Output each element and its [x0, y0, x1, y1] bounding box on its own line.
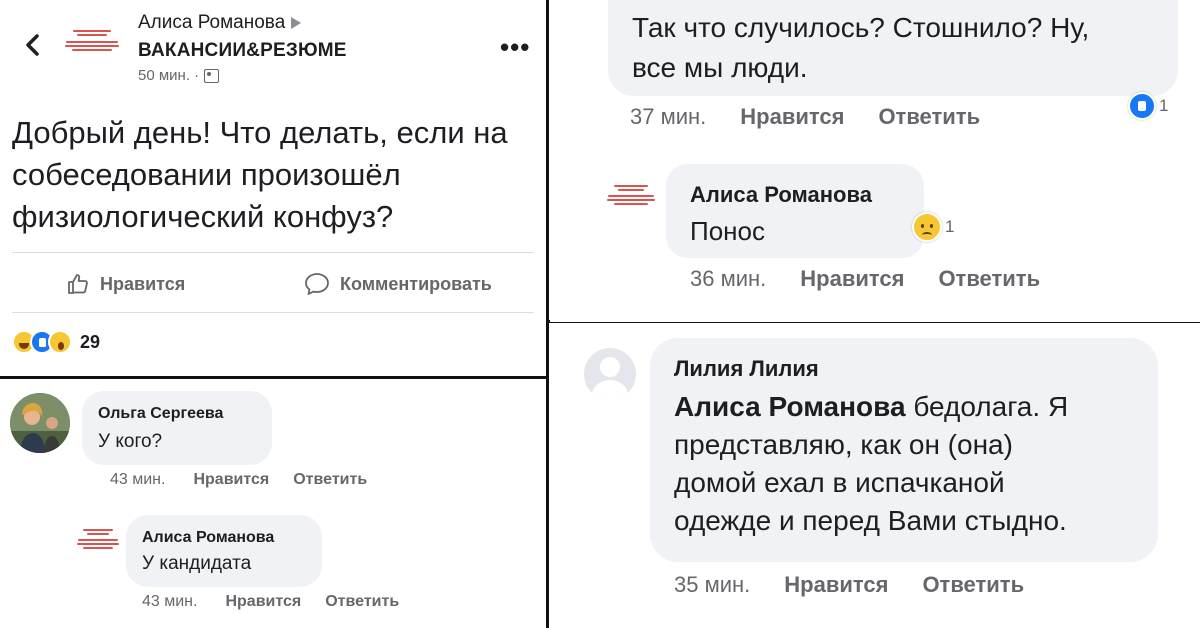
wow-reaction-icon	[48, 330, 72, 354]
comment-icon	[305, 273, 329, 295]
comment-reaction-count: 1	[1159, 96, 1169, 115]
comment-meta: 37 мин. Нравится Ответить	[630, 104, 980, 130]
reply-reply-button[interactable]: Ответить	[325, 593, 399, 611]
post-time: 50 мин. ·	[138, 67, 200, 84]
comment-button[interactable]: Комментировать	[304, 272, 492, 296]
divider	[12, 252, 534, 253]
post-author[interactable]: Алиса Романова	[138, 12, 302, 34]
reply-time[interactable]: 43 мин.	[142, 593, 197, 611]
comment-time[interactable]: 43 мин.	[110, 471, 165, 489]
post-meta: 50 мин. ·	[138, 67, 220, 84]
reply-author[interactable]: Алиса Романова	[690, 182, 872, 208]
comment-text-line4: одежде и перед Вами стыдно.	[674, 505, 1067, 536]
comment-label: Комментировать	[340, 273, 492, 294]
like-reaction-icon	[1128, 92, 1156, 120]
group-logo-avatar[interactable]	[606, 174, 656, 216]
panel-divider	[0, 376, 548, 379]
comment-like-button[interactable]: Нравится	[740, 104, 844, 130]
group-logo-avatar[interactable]	[62, 16, 122, 64]
reply-meta: 36 мин. Нравится Ответить	[690, 266, 1040, 292]
comment-text-line1: Алиса Романова бедолага. Я	[674, 388, 1068, 426]
reply-reaction[interactable]: 1	[912, 212, 954, 242]
reply-text: Понос	[690, 216, 765, 246]
reactions-summary[interactable]: 29	[12, 330, 100, 354]
reaction-count: 29	[80, 331, 101, 352]
comments-panel-left: Ольга Сергеева У кого? 43 мин. Нравится …	[0, 381, 546, 628]
avatar[interactable]	[584, 348, 636, 400]
post-group-name[interactable]: ВАКАНСИИ&РЕЗЮМЕ	[138, 40, 347, 62]
comment-text: У кого?	[98, 431, 163, 452]
post-panel: Алиса Романова ВАКАНСИИ&РЕЗЮМЕ 50 мин. ·…	[0, 0, 546, 376]
group-logo-avatar[interactable]	[76, 521, 120, 557]
reply-like-button[interactable]: Нравится	[800, 266, 904, 292]
like-label: Нравится	[100, 273, 186, 294]
sad-reaction-icon	[912, 212, 942, 242]
comment-text-line1: Так что случилось? Стошнило? Ну,	[632, 12, 1090, 43]
comment-time[interactable]: 35 мин.	[674, 572, 750, 598]
back-icon[interactable]	[18, 30, 48, 60]
comment-text-line2: представляю, как он (она)	[674, 429, 1013, 460]
comment-text-line3: домой ехал в испачканой	[674, 467, 1005, 498]
comment-reply-button[interactable]: Ответить	[922, 572, 1024, 598]
comment-like-button[interactable]: Нравится	[193, 471, 269, 489]
comment-bubble: Ольга Сергеева У кого?	[82, 391, 272, 465]
comment-bubble: Так что случилось? Стошнило? Ну, все мы …	[608, 0, 1178, 96]
comment-reaction[interactable]: 1	[1128, 92, 1168, 120]
comment-author[interactable]: Лилия Лилия	[674, 356, 819, 382]
reply-bubble: Алиса Романова У кандидата	[126, 515, 322, 587]
reply-reaction-count: 1	[945, 217, 955, 236]
like-icon	[68, 274, 88, 294]
comment-reply-button[interactable]: Ответить	[293, 471, 367, 489]
avatar[interactable]	[10, 393, 70, 453]
reply-like-button[interactable]: Нравится	[225, 593, 301, 611]
comments-panel-right-top: Так что случилось? Стошнило? Ну, все мы …	[550, 0, 1200, 322]
comment-text: бедолага. Я	[905, 391, 1069, 422]
reply-text: У кандидата	[142, 553, 252, 574]
comment-text-line2: все мы люди.	[632, 52, 808, 83]
reply-bubble: Алиса Романова Понос	[666, 164, 924, 258]
comment-reply-button[interactable]: Ответить	[878, 104, 980, 130]
comment-meta: 35 мин. Нравится Ответить	[674, 572, 1024, 598]
group-icon	[204, 68, 220, 83]
reply-time[interactable]: 36 мин.	[690, 266, 766, 292]
reply-reply-button[interactable]: Ответить	[938, 266, 1040, 292]
comment-time[interactable]: 37 мин.	[630, 104, 706, 130]
divider	[12, 312, 534, 313]
comment-author[interactable]: Ольга Сергеева	[98, 405, 223, 423]
reply-meta: 43 мин. Нравится Ответить	[142, 593, 399, 611]
reply-author[interactable]: Алиса Романова	[142, 529, 274, 547]
comments-panel-right-bottom: Лилия Лилия Алиса Романова бедолага. Я п…	[550, 326, 1200, 628]
like-button[interactable]: Нравится	[66, 272, 185, 296]
comment-meta: 43 мин. Нравится Ответить	[110, 471, 367, 489]
post-text: Добрый день! Что делать, если на собесед…	[12, 115, 508, 234]
post-author-name[interactable]: Алиса Романова	[138, 12, 285, 34]
more-icon[interactable]: •••	[500, 32, 530, 63]
comment-bubble: Лилия Лилия Алиса Романова бедолага. Я п…	[650, 338, 1158, 562]
arrow-right-icon	[291, 17, 302, 29]
mention-link[interactable]: Алиса Романова	[674, 391, 906, 422]
comment-like-button[interactable]: Нравится	[784, 572, 888, 598]
panel-divider	[546, 0, 549, 628]
